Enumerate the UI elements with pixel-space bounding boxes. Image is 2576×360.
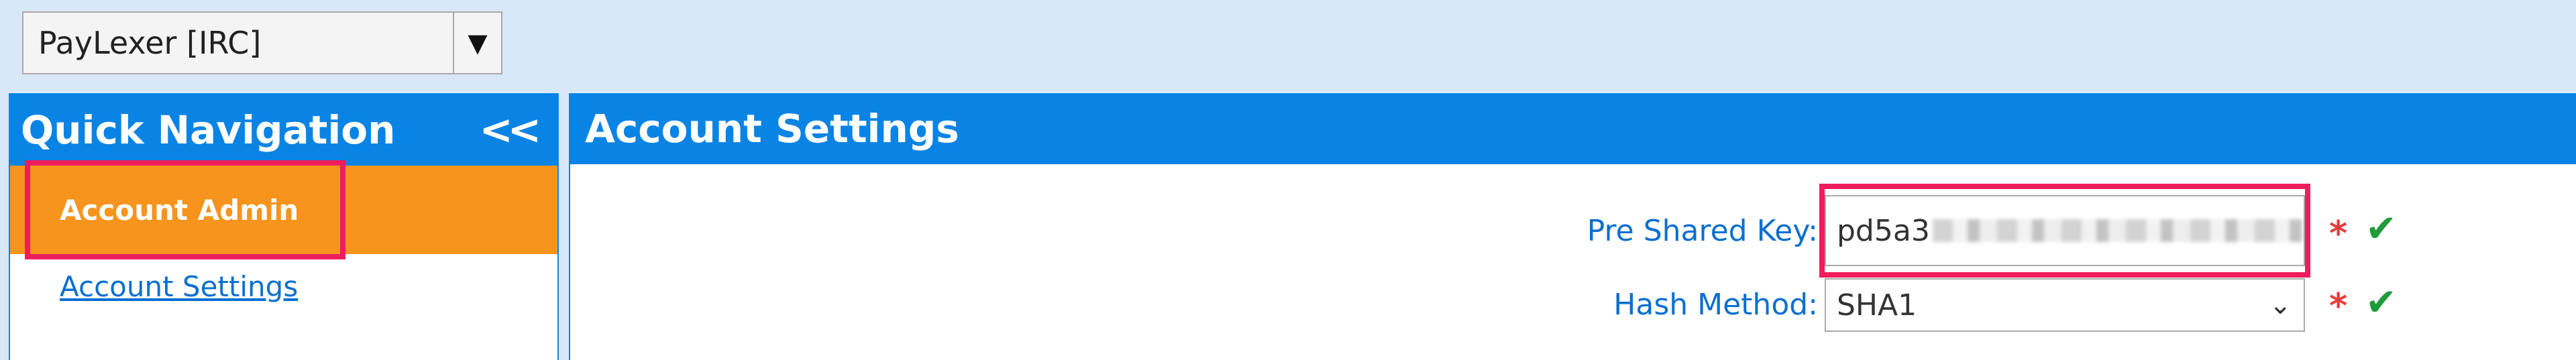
sidebar-title: Quick Navigation bbox=[21, 107, 396, 153]
triangle-down-icon[interactable]: ▼ bbox=[453, 13, 501, 73]
hash-method-label: Hash Method: bbox=[1613, 288, 1818, 322]
highlight-box bbox=[1819, 184, 2310, 278]
collapse-icon[interactable]: << bbox=[479, 110, 545, 150]
highlight-box bbox=[25, 160, 345, 259]
required-asterisk: * bbox=[2329, 286, 2348, 326]
account-settings-panel: Account Settings Pre Shared Key: pd5a3 *… bbox=[569, 93, 2576, 360]
quick-navigation-panel: Quick Navigation << Account Admin Accoun… bbox=[9, 93, 559, 360]
page-title: Account Settings bbox=[570, 93, 2576, 164]
hash-method-value: SHA1 bbox=[1837, 288, 1917, 322]
sidebar-item-account-settings[interactable]: Account Settings bbox=[10, 254, 557, 318]
chevron-down-icon: ⌄ bbox=[2269, 290, 2292, 320]
pre-shared-key-label: Pre Shared Key: bbox=[1587, 214, 1818, 248]
check-icon: ✔ bbox=[2365, 207, 2397, 251]
company-select[interactable]: PayLexer [IRC] ▼ bbox=[22, 11, 502, 74]
sidebar-item-account-admin[interactable]: Account Admin bbox=[10, 160, 557, 259]
company-select-value: PayLexer [IRC] bbox=[38, 25, 262, 61]
sidebar-header: Quick Navigation << bbox=[10, 95, 557, 166]
check-icon: ✔ bbox=[2365, 281, 2397, 324]
hash-method-select[interactable]: SHA1 ⌄ bbox=[1825, 278, 2305, 332]
required-asterisk: * bbox=[2329, 214, 2348, 254]
